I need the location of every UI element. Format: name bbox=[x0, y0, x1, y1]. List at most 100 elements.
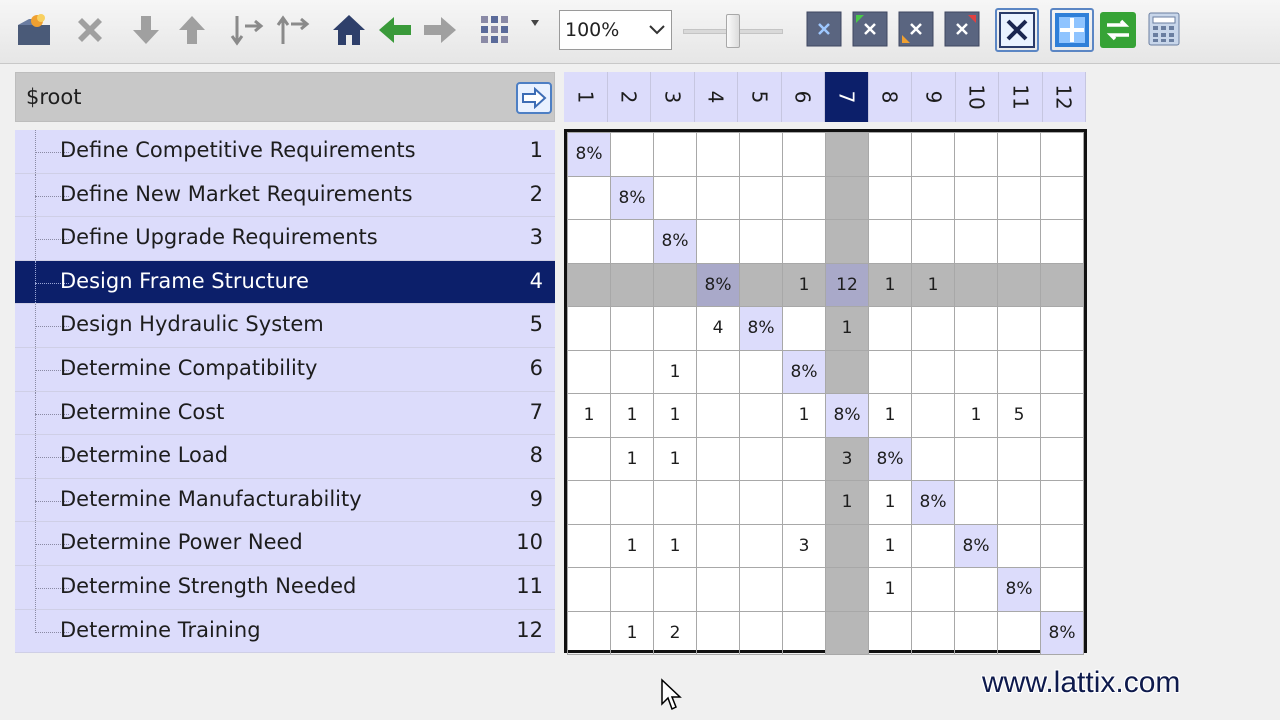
matrix-diagonal-cell[interactable]: 8% bbox=[653, 219, 697, 264]
matrix-cell[interactable] bbox=[653, 262, 697, 307]
matrix-cell[interactable] bbox=[868, 219, 912, 264]
matrix-column-header[interactable]: 12 bbox=[1042, 72, 1086, 122]
matrix-cell[interactable] bbox=[567, 610, 611, 655]
matrix-cell[interactable] bbox=[1040, 219, 1084, 264]
matrix-cell[interactable] bbox=[610, 349, 654, 394]
matrix-cell[interactable]: 1 bbox=[868, 393, 912, 438]
matrix-cell[interactable]: 1 bbox=[567, 393, 611, 438]
matrix-cell[interactable] bbox=[653, 132, 697, 177]
matrix-column-header[interactable]: 5 bbox=[738, 72, 782, 122]
matrix-cell[interactable] bbox=[696, 436, 740, 481]
move-down-icon[interactable] bbox=[126, 8, 166, 52]
open-project-icon[interactable] bbox=[14, 8, 54, 52]
matrix-cell[interactable] bbox=[739, 175, 783, 220]
outline-row[interactable]: Determine Power Need 10 bbox=[15, 522, 555, 566]
matrix-cell[interactable] bbox=[997, 306, 1041, 351]
matrix-column-header[interactable]: 10 bbox=[955, 72, 999, 122]
matrix-cell[interactable] bbox=[696, 393, 740, 438]
matrix-cell[interactable]: 1 bbox=[868, 480, 912, 525]
expand-icon[interactable] bbox=[226, 8, 266, 52]
matrix-cell[interactable] bbox=[782, 132, 826, 177]
matrix-cell[interactable] bbox=[911, 567, 955, 612]
matrix-cell[interactable] bbox=[954, 262, 998, 307]
matrix-cell[interactable]: 1 bbox=[782, 262, 826, 307]
matrix-cell[interactable]: 1 bbox=[868, 523, 912, 568]
matrix-cell[interactable]: 2 bbox=[653, 610, 697, 655]
matrix-cell[interactable] bbox=[782, 219, 826, 264]
matrix-cell[interactable] bbox=[868, 610, 912, 655]
mark-cell-icon[interactable] bbox=[806, 11, 842, 47]
outline-row[interactable]: Determine Load 8 bbox=[15, 435, 555, 479]
matrix-cell[interactable] bbox=[911, 175, 955, 220]
matrix-cell[interactable]: 1 bbox=[911, 262, 955, 307]
matrix-cell[interactable] bbox=[997, 262, 1041, 307]
matrix-cell[interactable] bbox=[997, 523, 1041, 568]
matrix-cell[interactable]: 1 bbox=[653, 349, 697, 394]
matrix-cell[interactable] bbox=[825, 132, 869, 177]
matrix-cell[interactable] bbox=[782, 610, 826, 655]
matrix-cell[interactable] bbox=[1040, 480, 1084, 525]
matrix-cell[interactable] bbox=[782, 306, 826, 351]
matrix-cell[interactable] bbox=[954, 480, 998, 525]
matrix-cell[interactable] bbox=[782, 480, 826, 525]
matrix-cell[interactable]: 1 bbox=[610, 393, 654, 438]
matrix-cell[interactable]: 1 bbox=[825, 306, 869, 351]
clear-marks-icon[interactable] bbox=[995, 8, 1039, 52]
matrix-cell[interactable] bbox=[696, 480, 740, 525]
matrix-cell[interactable] bbox=[997, 436, 1041, 481]
matrix-cell[interactable] bbox=[911, 349, 955, 394]
matrix-cell[interactable] bbox=[825, 219, 869, 264]
matrix-cell[interactable] bbox=[739, 567, 783, 612]
matrix-column-header[interactable]: 6 bbox=[781, 72, 825, 122]
home-icon[interactable] bbox=[329, 8, 369, 52]
matrix-cell[interactable] bbox=[739, 349, 783, 394]
matrix-cell[interactable] bbox=[911, 219, 955, 264]
matrix-cell[interactable] bbox=[739, 480, 783, 525]
matrix-cell[interactable] bbox=[868, 349, 912, 394]
mark-orange-icon[interactable] bbox=[898, 11, 934, 47]
matrix-cell[interactable] bbox=[997, 480, 1041, 525]
outline-row[interactable]: Determine Compatibility 6 bbox=[15, 347, 555, 392]
expand-row-button[interactable] bbox=[516, 82, 552, 114]
outline-row[interactable]: Determine Manufacturability 9 bbox=[15, 478, 555, 523]
matrix-cell[interactable] bbox=[954, 132, 998, 177]
matrix-cell[interactable] bbox=[739, 610, 783, 655]
matrix-cell[interactable] bbox=[567, 349, 611, 394]
matrix-cell[interactable]: 1 bbox=[868, 567, 912, 612]
matrix-cell[interactable] bbox=[567, 480, 611, 525]
outline-row[interactable]: Define Upgrade Requirements 3 bbox=[15, 217, 555, 261]
matrix-cell[interactable] bbox=[1040, 523, 1084, 568]
swap-icon[interactable] bbox=[1099, 11, 1136, 48]
outline-row[interactable]: Determine Training 12 bbox=[15, 609, 555, 654]
matrix-cell[interactable] bbox=[567, 567, 611, 612]
matrix-cell[interactable] bbox=[610, 306, 654, 351]
matrix-cell[interactable] bbox=[868, 175, 912, 220]
collapse-icon[interactable] bbox=[272, 8, 312, 52]
matrix-cell[interactable] bbox=[954, 175, 998, 220]
matrix-cell[interactable] bbox=[1040, 436, 1084, 481]
matrix-cell[interactable] bbox=[825, 523, 869, 568]
matrix-cell[interactable] bbox=[567, 262, 611, 307]
matrix-cell[interactable] bbox=[868, 132, 912, 177]
matrix-column-header[interactable]: 3 bbox=[651, 72, 695, 122]
matrix-column-header[interactable]: 2 bbox=[607, 72, 651, 122]
matrix-cell[interactable] bbox=[782, 175, 826, 220]
matrix-cell[interactable] bbox=[997, 132, 1041, 177]
outline-row[interactable]: Define Competitive Requirements 1 bbox=[15, 130, 555, 174]
matrix-cell[interactable] bbox=[997, 219, 1041, 264]
matrix-cell[interactable] bbox=[653, 567, 697, 612]
matrix-cell[interactable]: 1 bbox=[610, 436, 654, 481]
matrix-cell[interactable] bbox=[696, 175, 740, 220]
matrix-cell[interactable] bbox=[954, 219, 998, 264]
move-up-icon[interactable] bbox=[172, 8, 212, 52]
outline-row[interactable]: Design Hydraulic System 5 bbox=[15, 304, 555, 348]
matrix-diagonal-cell[interactable]: 8% bbox=[610, 175, 654, 220]
calculator-icon[interactable] bbox=[1146, 11, 1182, 47]
matrix-cell[interactable] bbox=[911, 436, 955, 481]
matrix-cell[interactable]: 1 bbox=[653, 523, 697, 568]
matrix-diagonal-cell[interactable]: 8% bbox=[739, 306, 783, 351]
matrix-cell[interactable]: 1 bbox=[868, 262, 912, 307]
forward-icon[interactable] bbox=[420, 8, 460, 52]
matrix-cell[interactable] bbox=[739, 393, 783, 438]
matrix-cell[interactable] bbox=[1040, 393, 1084, 438]
